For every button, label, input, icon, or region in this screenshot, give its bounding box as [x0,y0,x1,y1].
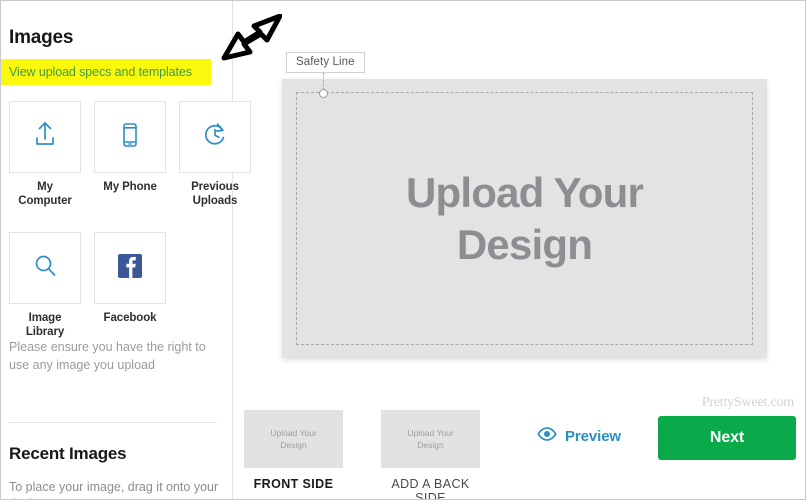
annotation-arrow-icon [214,13,283,74]
history-clock-icon [199,119,231,156]
source-image-library[interactable]: Image Library [9,232,81,339]
facebook-icon [116,252,144,285]
canvas-placeholder-text: Upload Your Design [282,167,767,271]
source-image-library-label: Image Library [25,312,65,338]
safety-line-handle[interactable] [319,89,328,98]
phone-icon [114,119,146,156]
sidebar-divider [9,422,217,423]
side-thumbnails: Upload Your Design FRONT SIDE Upload You… [244,410,480,500]
side-thumb-back-line2: Design [417,440,444,450]
side-thumb-back-box[interactable]: Upload Your Design [381,410,480,468]
search-icon [29,250,61,287]
canvas-placeholder-line1: Upload Your [406,168,644,216]
page-title: Images [9,27,74,48]
upload-source-row-1: My Computer My Phone Previous Uploads [9,101,251,208]
bottom-toolbar: Upload Your Design FRONT SIDE Upload You… [234,401,805,499]
source-my-phone-tile[interactable] [94,101,166,173]
source-my-computer-label: My Computer [18,181,72,207]
source-facebook-tile[interactable] [94,232,166,304]
next-button[interactable]: Next [658,416,796,460]
design-canvas[interactable]: Upload Your Design [282,79,767,358]
source-facebook[interactable]: Facebook [94,232,166,339]
upload-rights-disclaimer: Please ensure you have the right to use … [9,340,206,372]
spec-link-highlight: View upload specs and templates [1,59,211,85]
source-image-library-tile[interactable] [9,232,81,304]
upload-icon [29,119,61,156]
preview-button[interactable]: Preview [537,427,621,446]
side-thumb-front-caption: FRONT SIDE [253,477,334,491]
view-upload-specs-link[interactable]: View upload specs and templates [1,65,192,79]
recent-images-hint: To place your image, drag it onto your d… [9,480,219,499]
side-thumb-front-line2: Design [280,440,307,450]
source-my-phone-label: My Phone [103,181,157,193]
source-facebook-label: Facebook [103,312,157,324]
upload-source-row-2: Image Library Facebook [9,232,225,339]
safety-line-label: Safety Line [286,52,365,73]
source-my-phone[interactable]: My Phone [94,101,166,208]
side-thumb-front-placeholder: Upload Your Design [270,427,316,451]
side-thumb-front-box[interactable]: Upload Your Design [244,410,343,468]
side-thumb-back-line1: Upload Your [407,428,454,438]
recent-images-title: Recent Images [9,444,127,463]
side-thumb-front[interactable]: Upload Your Design FRONT SIDE [244,410,343,499]
side-thumb-back[interactable]: Upload Your Design ADD A BACK SIDE [381,410,480,500]
preview-button-label: Preview [565,428,622,445]
design-tool-window: Images View upload specs and templates M… [0,0,806,500]
source-my-computer-tile[interactable] [9,101,81,173]
canvas-placeholder-line2: Design [456,220,593,268]
side-thumb-back-placeholder: Upload Your Design [407,427,453,451]
images-sidebar: Images View upload specs and templates M… [1,1,251,499]
side-thumb-front-line1: Upload Your [270,428,317,438]
eye-icon [537,427,557,446]
upload-source-grid: My Computer My Phone Previous Uploads Im… [9,101,251,339]
side-thumb-back-caption: ADD A BACK SIDE [391,477,470,500]
source-my-computer[interactable]: My Computer [9,101,81,208]
